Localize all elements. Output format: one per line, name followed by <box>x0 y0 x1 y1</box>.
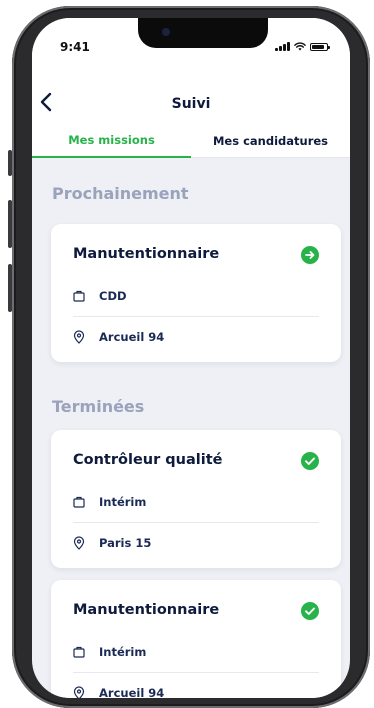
contract-type: Intérim <box>99 645 147 659</box>
tab-mes-missions[interactable]: Mes missions <box>32 124 191 158</box>
tab-mes-candidatures[interactable]: Mes candidatures <box>191 124 350 158</box>
cellular-signal-icon <box>275 42 290 51</box>
mute-switch <box>8 150 12 176</box>
wifi-icon <box>294 42 306 51</box>
contract-row: CDD <box>73 286 319 306</box>
location-row: Paris 15 <box>73 533 319 553</box>
briefcase-icon <box>73 646 85 658</box>
status-time: 9:41 <box>60 40 90 54</box>
notch <box>138 18 268 48</box>
mission-title: Contrôleur qualité <box>73 452 223 468</box>
briefcase-icon <box>73 290 85 302</box>
mission-title: Manutentionnaire <box>73 602 220 618</box>
mission-card[interactable]: Manutentionnaire Intérim Arcueil 94 <box>51 580 341 698</box>
screen: 9:41 Suivi Mes missions Mes candidatures… <box>32 18 350 698</box>
front-camera-icon <box>162 28 170 36</box>
card-divider <box>73 522 319 523</box>
check-circle-icon <box>301 452 319 470</box>
location-pin-icon <box>73 536 85 550</box>
card-divider <box>73 316 319 317</box>
contract-type: Intérim <box>99 495 147 509</box>
mission-title: Manutentionnaire <box>73 246 220 262</box>
volume-up-button <box>8 200 12 248</box>
location: Arcueil 94 <box>99 330 165 344</box>
mission-card[interactable]: Manutentionnaire CDD Arcueil 94 <box>51 224 341 362</box>
volume-down-button <box>8 264 12 312</box>
battery-icon <box>310 42 330 51</box>
missions-list: Prochainement Manutentionnaire CDD Arcue… <box>32 158 350 698</box>
briefcase-icon <box>73 496 85 508</box>
contract-row: Intérim <box>73 492 319 512</box>
status-icons <box>275 42 330 51</box>
location: Arcueil 94 <box>99 686 165 698</box>
card-divider <box>73 672 319 673</box>
contract-row: Intérim <box>73 642 319 662</box>
section-title-upcoming: Prochainement <box>52 184 189 203</box>
location-row: Arcueil 94 <box>73 683 319 698</box>
contract-type: CDD <box>99 289 127 303</box>
arrow-right-circle-icon <box>301 246 319 264</box>
mission-card[interactable]: Contrôleur qualité Intérim Paris 15 <box>51 430 341 568</box>
header: Suivi Mes missions Mes candidatures <box>32 68 350 158</box>
location-pin-icon <box>73 686 85 698</box>
page-title: Suivi <box>171 96 211 112</box>
tab-bar: Mes missions Mes candidatures <box>32 124 350 158</box>
location-row: Arcueil 94 <box>73 327 319 347</box>
section-title-finished: Terminées <box>52 397 145 416</box>
location: Paris 15 <box>99 536 152 550</box>
location-pin-icon <box>73 330 85 344</box>
check-circle-icon <box>301 602 319 620</box>
